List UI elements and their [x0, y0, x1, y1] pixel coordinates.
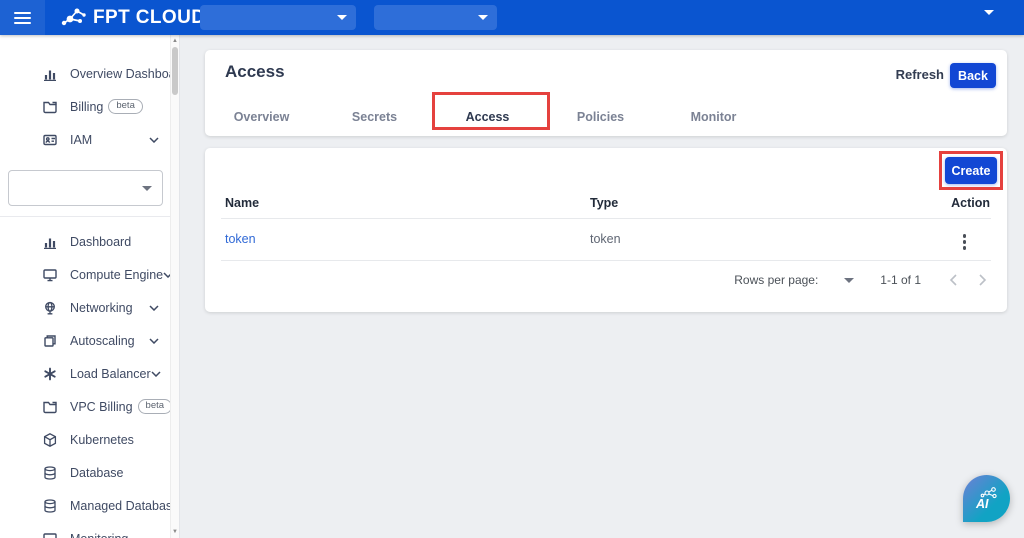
beta-badge: beta — [138, 399, 173, 414]
id-card-icon — [42, 132, 58, 148]
sidebar-item-label: Load Balancer — [70, 367, 151, 381]
chevron-left-icon — [949, 274, 957, 286]
sidebar-item-vpc-billing[interactable]: VPC Billing beta — [0, 390, 171, 423]
sidebar-scrollbar[interactable]: ▲ ▼ — [170, 35, 179, 538]
ai-label: AI — [975, 497, 989, 511]
scrollbar-thumb[interactable] — [172, 47, 178, 95]
next-page-button[interactable] — [979, 274, 987, 286]
sidebar-item-label: Overview Dashboard — [70, 67, 180, 81]
page-title: Access — [225, 62, 285, 82]
billing-folder-icon — [42, 399, 58, 415]
tab-policies[interactable]: Policies — [544, 98, 657, 136]
chevron-down-icon — [478, 15, 488, 20]
vpc-select[interactable] — [8, 170, 163, 206]
sidebar-item-billing[interactable]: Billing beta — [0, 90, 171, 123]
pagination-range: 1-1 of 1 — [880, 273, 921, 287]
chevron-down-icon — [844, 278, 854, 283]
layers-icon — [42, 333, 58, 349]
main-content: Access Refresh Back Overview Secrets Acc… — [180, 35, 1024, 538]
sidebar-item-compute-engine[interactable]: Compute Engine — [0, 258, 171, 291]
project-select[interactable] — [200, 5, 356, 30]
load-balancer-icon — [42, 366, 58, 382]
monitor-icon — [42, 531, 58, 538]
rows-per-page-select[interactable] — [844, 278, 854, 283]
scroll-up-icon[interactable]: ▲ — [171, 38, 179, 44]
sidebar-item-load-balancer[interactable]: Load Balancer — [0, 357, 171, 390]
sidebar-item-label: VPC Billing — [70, 400, 133, 414]
scroll-down-icon[interactable]: ▼ — [171, 529, 179, 535]
chevron-down-icon — [337, 15, 347, 20]
sidebar-item-label: Billing — [70, 100, 103, 114]
chevron-down-icon — [984, 10, 994, 32]
database-icon — [42, 498, 58, 514]
account-menu-button[interactable] — [984, 15, 994, 33]
sidebar: Overview Dashboard Billing beta IAM — [0, 35, 180, 538]
access-table-card: Create Name Type Action token token Rows… — [205, 148, 1007, 312]
column-header-type: Type — [590, 196, 930, 210]
sidebar-item-label: Managed Database — [70, 499, 179, 513]
brand-logo: FPT CLOUD — [60, 0, 205, 35]
sidebar-item-dashboard[interactable]: Dashboard — [0, 225, 171, 258]
sidebar-item-overview-dashboard[interactable]: Overview Dashboard — [0, 57, 171, 90]
column-header-action: Action — [930, 196, 990, 210]
sidebar-item-label: IAM — [70, 133, 92, 147]
sidebar-item-networking[interactable]: Networking — [0, 291, 171, 324]
pagination-bar: Rows per page: 1-1 of 1 — [205, 260, 1007, 300]
sidebar-item-iam[interactable]: IAM — [0, 123, 171, 156]
tab-secrets[interactable]: Secrets — [318, 98, 431, 136]
database-icon — [42, 465, 58, 481]
sidebar-item-label: Monitoring — [70, 532, 128, 538]
back-button[interactable]: Back — [950, 63, 996, 88]
bar-chart-icon — [42, 66, 58, 82]
top-navbar: FPT CLOUD — [0, 0, 1024, 35]
chevron-down-icon — [149, 305, 159, 311]
create-button[interactable]: Create — [945, 157, 997, 184]
tab-overview[interactable]: Overview — [205, 98, 318, 136]
sidebar-item-monitoring[interactable]: Monitoring — [0, 522, 171, 538]
column-header-name: Name — [225, 196, 590, 210]
cube-icon — [42, 432, 58, 448]
chevron-down-icon — [142, 186, 152, 191]
bar-chart-icon — [42, 234, 58, 250]
sidebar-divider — [0, 216, 171, 217]
sidebar-item-label: Database — [70, 466, 124, 480]
previous-page-button[interactable] — [949, 274, 957, 286]
sidebar-item-label: Dashboard — [70, 235, 131, 249]
sidebar-item-label: Networking — [70, 301, 133, 315]
chevron-down-icon — [149, 137, 159, 143]
tab-access[interactable]: Access — [431, 98, 544, 136]
table-row: token token — [205, 218, 1007, 260]
sidebar-item-label: Autoscaling — [70, 334, 135, 348]
fpt-molecule-icon — [60, 6, 87, 30]
refresh-button[interactable]: Refresh — [896, 67, 944, 82]
token-type-value: token — [590, 232, 621, 246]
brand-name: FPT CLOUD — [93, 7, 205, 29]
sidebar-item-label: Kubernetes — [70, 433, 134, 447]
beta-badge: beta — [108, 99, 143, 114]
table-header-row: Name Type Action — [205, 188, 1007, 218]
app-window: FPT CLOUD Overview Dashboard — [0, 0, 1024, 538]
network-globe-icon — [42, 300, 58, 316]
row-actions-menu-button[interactable] — [957, 230, 973, 254]
ai-assistant-button[interactable]: AI — [963, 475, 1010, 522]
monitor-icon — [42, 267, 58, 283]
rows-per-page-label: Rows per page: — [734, 273, 818, 287]
sidebar-item-autoscaling[interactable]: Autoscaling — [0, 324, 171, 357]
sidebar-item-kubernetes[interactable]: Kubernetes — [0, 423, 171, 456]
tab-bar: Overview Secrets Access Policies Monitor — [205, 98, 770, 136]
chevron-down-icon — [149, 338, 159, 344]
chevron-right-icon — [979, 274, 987, 286]
page-header-card: Access Refresh Back Overview Secrets Acc… — [205, 50, 1007, 136]
hamburger-icon — [14, 12, 31, 24]
token-name-link[interactable]: token — [225, 232, 256, 246]
sidebar-item-label: Compute Engine — [70, 268, 163, 282]
chevron-down-icon — [151, 371, 161, 377]
sidebar-item-database[interactable]: Database — [0, 456, 171, 489]
region-select[interactable] — [374, 5, 497, 30]
ai-molecule-icon: AI — [971, 483, 1003, 515]
tab-monitor[interactable]: Monitor — [657, 98, 770, 136]
sidebar-item-managed-database[interactable]: Managed Database beta — [0, 489, 171, 522]
menu-toggle-button[interactable] — [0, 0, 45, 35]
billing-folder-icon — [42, 99, 58, 115]
